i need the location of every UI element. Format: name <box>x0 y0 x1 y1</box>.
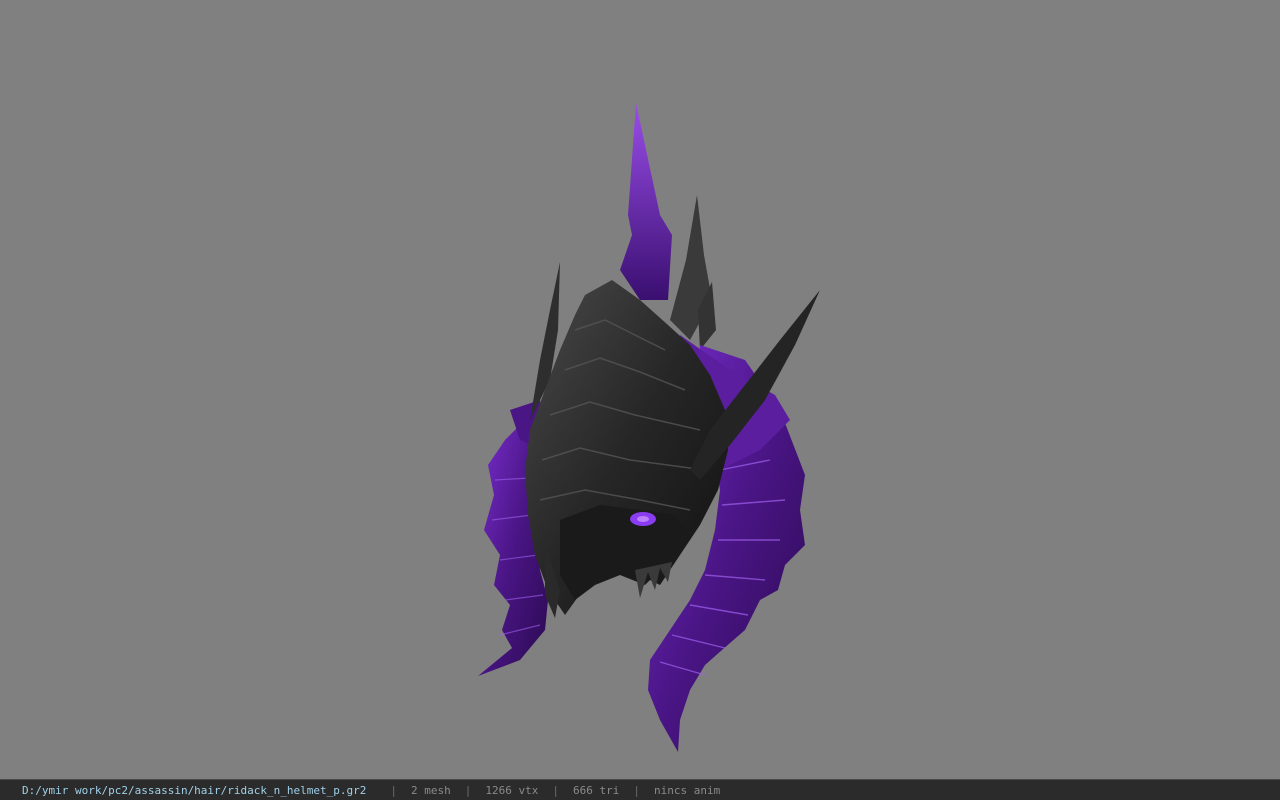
triangle-count-text: 666 tri <box>572 783 620 797</box>
status-separator: | <box>552 783 559 797</box>
file-path-text: D:/ymir work/pc2/assassin/hair/ridack_n_… <box>22 783 367 797</box>
status-separator: | <box>390 783 397 797</box>
status-separator: | <box>464 783 472 797</box>
helmet-model[interactable] <box>0 0 1280 779</box>
vertex-count-text: 1266 vtx <box>485 783 539 797</box>
status-separator: | <box>633 783 640 797</box>
helmet-visor <box>560 505 690 600</box>
mesh-count-text: 2 mesh <box>411 783 451 797</box>
animation-status-text: nincs anim <box>653 783 721 797</box>
status-bar: D:/ymir work/pc2/assassin/hair/ridack_n_… <box>0 779 1280 800</box>
purple-top-horn <box>620 103 672 300</box>
3d-viewport[interactable] <box>0 0 1280 779</box>
